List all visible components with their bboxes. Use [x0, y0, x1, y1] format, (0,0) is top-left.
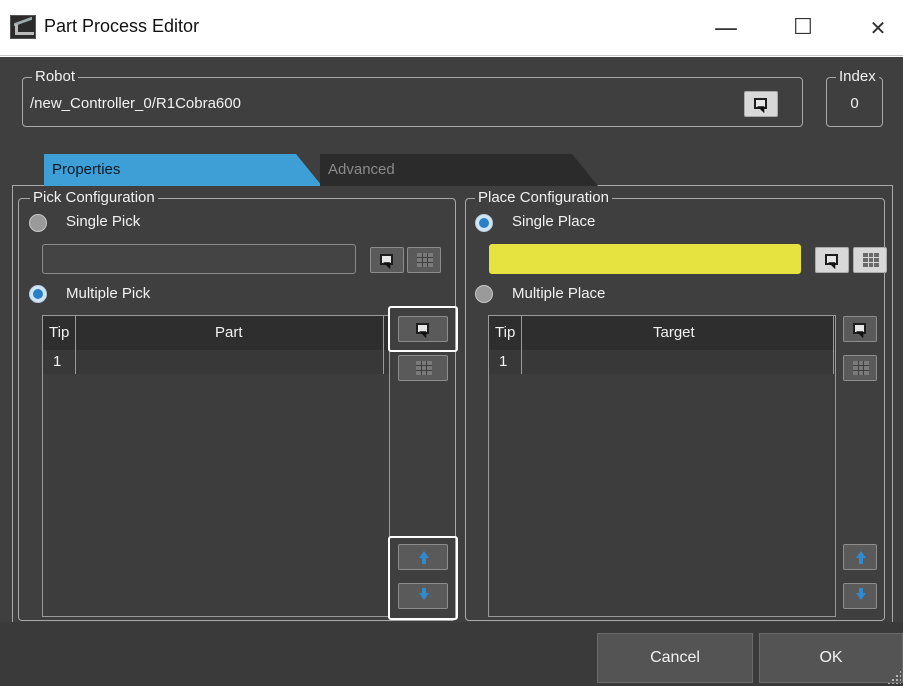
- single-place-grid-button[interactable]: [853, 247, 887, 273]
- pick-group-label: Pick Configuration: [30, 189, 158, 206]
- pick-col-part: Part: [215, 324, 243, 341]
- minimize-button[interactable]: —: [712, 14, 740, 42]
- single-pick-grid-button[interactable]: [407, 247, 441, 273]
- place-group-label: Place Configuration: [475, 189, 612, 206]
- index-value: 0: [850, 95, 859, 112]
- place-move-down-button[interactable]: [843, 583, 877, 609]
- multiple-place-label: Multiple Place: [512, 285, 606, 302]
- place-table-select-button[interactable]: [843, 316, 877, 342]
- place-move-up-button[interactable]: [843, 544, 877, 570]
- pick-table[interactable]: Tip Part 1: [42, 315, 390, 617]
- grid-icon: [863, 253, 879, 267]
- single-pick-radio[interactable]: [29, 214, 47, 232]
- select-cursor-icon: [380, 254, 393, 265]
- place-row-tip: 1: [499, 353, 508, 370]
- dialog-button-bar: Cancel OK: [0, 622, 903, 686]
- column-divider: [521, 316, 522, 374]
- arrow-down-icon: [856, 593, 866, 600]
- tab-advanced-label: Advanced: [328, 161, 395, 178]
- single-place-field[interactable]: [489, 244, 801, 274]
- robot-path: /new_Controller_0/R1Cobra600: [30, 95, 241, 112]
- place-col-tip: Tip: [495, 324, 516, 341]
- pick-col-tip: Tip: [49, 324, 70, 341]
- tab-properties-label: Properties: [52, 161, 121, 178]
- multiple-place-radio[interactable]: [475, 285, 493, 303]
- maximize-button[interactable]: ☐: [789, 14, 817, 42]
- grid-icon: [417, 253, 433, 267]
- close-button[interactable]: ✕: [864, 14, 892, 42]
- grid-icon: [416, 361, 432, 375]
- single-place-select-button[interactable]: [815, 247, 849, 273]
- move-up-button[interactable]: [398, 544, 448, 570]
- select-cursor-icon: [853, 323, 866, 334]
- select-cursor-icon: [825, 254, 838, 265]
- column-divider: [383, 316, 384, 374]
- index-label: Index: [836, 68, 879, 85]
- pick-row-tip: 1: [53, 353, 62, 370]
- pick-table-select-button[interactable]: [398, 316, 448, 342]
- arrow-up-icon: [419, 551, 429, 558]
- ok-button[interactable]: OK: [759, 633, 903, 683]
- place-col-target: Target: [653, 324, 695, 341]
- editor-body: Robot /new_Controller_0/R1Cobra600 Index…: [0, 57, 903, 686]
- column-divider: [833, 316, 834, 374]
- cancel-button[interactable]: Cancel: [597, 633, 753, 683]
- place-table[interactable]: Tip Target 1: [488, 315, 836, 617]
- single-pick-field[interactable]: [42, 244, 356, 274]
- arrow-up-stem: [422, 558, 426, 564]
- select-cursor-icon: [416, 323, 429, 334]
- single-place-label: Single Place: [512, 213, 596, 230]
- arrow-down-icon: [419, 593, 429, 600]
- move-down-button[interactable]: [398, 583, 448, 609]
- arrow-up-icon: [856, 551, 866, 558]
- title-bar: Part Process Editor — ☐ ✕: [0, 0, 903, 56]
- grid-icon: [853, 361, 869, 375]
- select-cursor-icon: [754, 98, 767, 109]
- robot-label: Robot: [32, 68, 79, 85]
- single-pick-select-button[interactable]: [370, 247, 404, 273]
- multiple-pick-label: Multiple Pick: [66, 285, 151, 302]
- arrow-up-stem: [859, 558, 863, 564]
- table-row[interactable]: [489, 350, 835, 374]
- single-pick-label: Single Pick: [66, 213, 141, 230]
- robot-select-button[interactable]: [744, 91, 778, 117]
- place-table-grid-button[interactable]: [843, 355, 877, 381]
- window-title: Part Process Editor: [44, 16, 200, 36]
- table-row[interactable]: [43, 350, 389, 374]
- pick-table-grid-button[interactable]: [398, 355, 448, 381]
- multiple-pick-radio[interactable]: [29, 285, 47, 303]
- app-icon: [10, 15, 36, 39]
- single-place-radio[interactable]: [475, 214, 493, 232]
- column-divider: [75, 316, 76, 374]
